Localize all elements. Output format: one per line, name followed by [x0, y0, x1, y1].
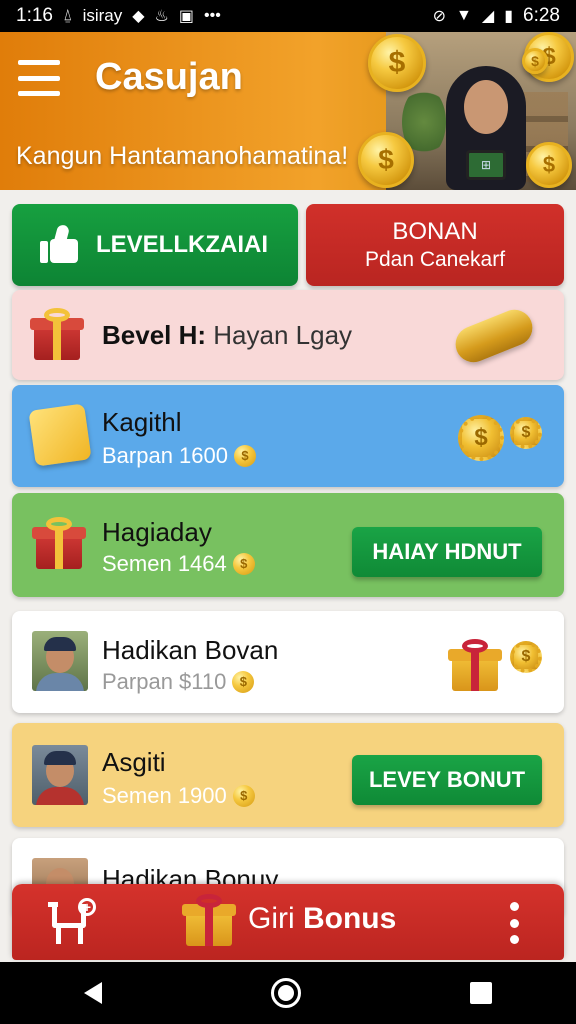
- list-item-subtitle-text: Semen 1900: [102, 783, 227, 808]
- gift-box-icon: [448, 639, 502, 691]
- gear-coin-icon: $: [510, 641, 542, 673]
- wifi-icon: ▼: [456, 7, 472, 24]
- status-clock: 6:28: [523, 5, 560, 26]
- list-item-title: Asgiti: [102, 747, 166, 777]
- header-banner: ⊞ $ $ $ $ $ Casujan Kangun Hantamanohama…: [0, 32, 576, 190]
- hamburger-menu-icon[interactable]: [18, 60, 60, 96]
- coin-roll-icon: [450, 304, 538, 368]
- list-item-title: Kagithl: [102, 407, 182, 437]
- list-item[interactable]: Kagithl Barpan 1600 $ $ $: [12, 385, 564, 487]
- do-not-disturb-icon: ⊘: [432, 8, 447, 25]
- recent-apps-icon[interactable]: [469, 982, 492, 1004]
- gear-coin-icon: $: [458, 415, 504, 461]
- coin-icon: $: [232, 671, 255, 693]
- more-notifications-icon: •••: [204, 7, 221, 24]
- coin-icon: $: [234, 445, 256, 467]
- list-item-title-rest: Hayan Lgay: [206, 320, 353, 350]
- bonus-bar-label: Giri Bonus: [248, 902, 396, 936]
- bonus-bar-label-light: Giri: [248, 902, 295, 935]
- list-item-subtitle: Barpan 1600 $: [102, 443, 256, 469]
- level-button[interactable]: LEVELLKZAIAI: [12, 204, 298, 286]
- action-buttons-row: LEVELLKZAIAI BONAN Pdan Canekarf: [12, 204, 564, 286]
- presenter-image: ⊞: [436, 66, 536, 190]
- more-options-icon[interactable]: [508, 902, 520, 944]
- gear-coin-icon: $: [510, 417, 542, 449]
- app-title: Casujan: [95, 56, 243, 98]
- list-item-subtitle: Parpan $110 $: [102, 669, 255, 695]
- thumbs-up-icon: [40, 223, 80, 265]
- list-item-subtitle-text: Parpan $110: [102, 669, 227, 694]
- claim-bonus-button[interactable]: LEVEY BONUT: [352, 755, 542, 805]
- signal-icon: ◢: [481, 8, 495, 25]
- coin-icon: $: [358, 132, 414, 188]
- list-item[interactable]: Hadikan Bovan Parpan $110 $ $: [12, 611, 564, 713]
- list-item-subtitle-text: Semen 1464: [102, 551, 227, 576]
- add-to-cart-icon[interactable]: +: [48, 898, 98, 948]
- status-time: 1:16: [16, 5, 53, 26]
- coin-icon: $: [232, 553, 255, 575]
- battery-icon: ▮: [504, 8, 514, 25]
- back-icon[interactable]: [84, 982, 103, 1004]
- list-item[interactable]: Hagiaday Semen 1464 $ HAIAY HDNUT: [12, 493, 564, 597]
- list-item-title: Hagiaday: [102, 517, 212, 547]
- system-nav-bar: [0, 962, 576, 1024]
- bonan-button[interactable]: BONAN Pdan Canekarf: [306, 204, 564, 286]
- coin-icon: $: [368, 34, 426, 92]
- envelope-coin-icon: [28, 403, 92, 467]
- coin-icon: $: [526, 142, 572, 188]
- level-button-label: LEVELLKZAIAI: [96, 231, 268, 258]
- list-item-title: Hadikan Bovan: [102, 635, 279, 665]
- avatar: [32, 631, 88, 691]
- bonan-button-subtitle: Pdan Canekarf: [364, 248, 506, 271]
- header-tagline: Kangun Hantamanohamatina!: [16, 142, 349, 170]
- gift-box-icon: [32, 517, 86, 569]
- list-item[interactable]: Asgiti Semen 1900 $ LEVEY BONUT: [12, 723, 564, 827]
- list-item-title: Bevel H: Hayan Lgay: [102, 320, 352, 351]
- image-notification-icon: ▣: [178, 8, 195, 25]
- fire-notification-icon: ♨: [154, 8, 169, 25]
- diamond-notification-icon: ◆: [132, 8, 145, 25]
- list-item-title-bold: Bevel H:: [102, 320, 207, 350]
- avatar: [32, 745, 88, 805]
- app-screen: 1:16 ⍙ isiray ◆ ♨ ▣ ••• ⊘ ▼ ◢ ▮ 6:28 ⊞ $…: [0, 0, 576, 1024]
- gift-box-icon: [182, 894, 236, 946]
- status-app-label: isiray: [82, 6, 123, 25]
- status-bar: 1:16 ⍙ isiray ◆ ♨ ▣ ••• ⊘ ▼ ◢ ▮ 6:28: [0, 0, 576, 32]
- coin-icon: $: [232, 785, 255, 807]
- gift-basket-icon: [30, 308, 84, 360]
- list-item-subtitle-text: Barpan 1600: [102, 443, 228, 468]
- app-notification-icon: ⍙: [62, 7, 73, 24]
- bonan-button-title: BONAN: [392, 218, 478, 245]
- claim-bonus-button[interactable]: HAIAY HDNUT: [352, 527, 542, 577]
- coin-icon: $: [522, 48, 548, 74]
- home-icon[interactable]: [270, 978, 301, 1008]
- bonus-bar[interactable]: + Giri Bonus: [12, 884, 564, 960]
- bonus-bar-label-bold: Bonus: [294, 902, 397, 935]
- list-item[interactable]: Bevel H: Hayan Lgay: [12, 290, 564, 380]
- list-item-subtitle: Semen 1900 $: [102, 783, 255, 809]
- list-item-subtitle: Semen 1464 $: [102, 551, 255, 577]
